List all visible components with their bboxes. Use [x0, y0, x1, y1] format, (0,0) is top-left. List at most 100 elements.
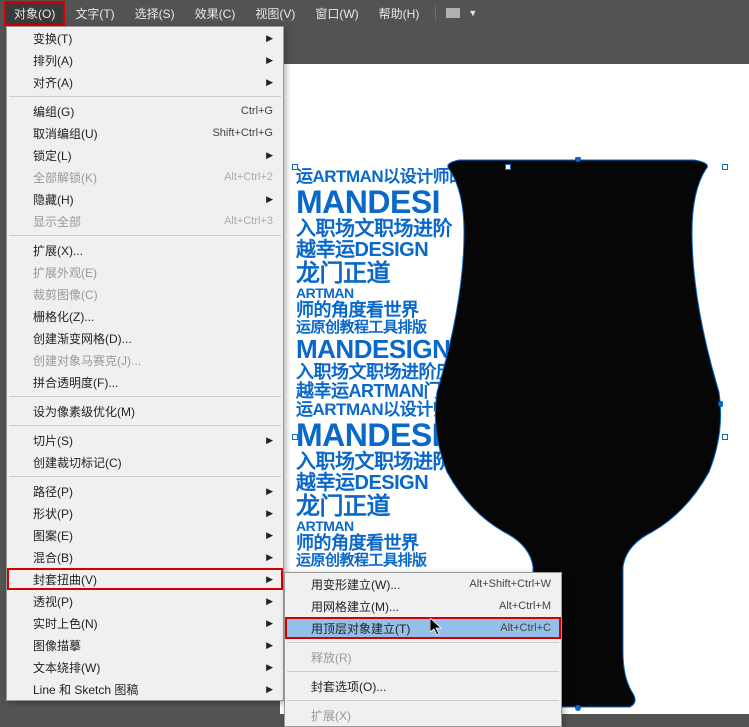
submenu-item: 释放(R)	[285, 646, 561, 668]
menu-separator	[9, 396, 281, 397]
menu-item-label: 用变形建立(W)...	[311, 576, 469, 593]
menu-shortcut: Shift+Ctrl+G	[212, 127, 273, 139]
menu-item-label: 锁定(L)	[33, 147, 258, 164]
submenu-item[interactable]: 用顶层对象建立(T)Alt+Ctrl+C	[285, 617, 561, 639]
menu-item-label: 对齐(A)	[33, 74, 258, 91]
menu-window[interactable]: 窗口(W)	[305, 1, 368, 26]
menu-view[interactable]: 视图(V)	[245, 1, 305, 26]
menu-item-label: 全部解锁(K)	[33, 169, 224, 186]
menu-item[interactable]: Line 和 Sketch 图稿 ▶	[7, 678, 283, 700]
menubar-separator	[435, 5, 436, 21]
submenu-item[interactable]: 用网格建立(M)...Alt+Ctrl+M	[285, 595, 561, 617]
menu-item[interactable]: 实时上色(N)▶	[7, 612, 283, 634]
submenu-arrow-icon: ▶	[266, 194, 273, 205]
menu-item-label: 扩展(X)	[311, 707, 551, 724]
menu-item-label: 取消编组(U)	[33, 125, 212, 142]
menu-item: 创建对象马赛克(J)...	[7, 349, 283, 371]
menu-item: 裁剪图像(C)	[7, 283, 283, 305]
menu-item[interactable]: 扩展(X)...	[7, 239, 283, 261]
selection-handle[interactable]	[722, 434, 728, 440]
menu-item-label: 实时上色(N)	[33, 615, 258, 632]
object-menu: 变换(T)▶排列(A)▶对齐(A)▶编组(G)Ctrl+G取消编组(U)Shif…	[6, 26, 284, 701]
menu-item-label: 用网格建立(M)...	[311, 598, 499, 615]
menu-item-label: 路径(P)	[33, 483, 258, 500]
menu-item-label: 释放(R)	[311, 649, 551, 666]
menu-item[interactable]: 文本绕排(W)▶	[7, 656, 283, 678]
submenu-arrow-icon: ▶	[266, 150, 273, 161]
menu-item-label: 文本绕排(W)	[33, 659, 258, 676]
menu-item[interactable]: 创建渐变网格(D)...	[7, 327, 283, 349]
menu-item-label: 创建对象马赛克(J)...	[33, 352, 273, 369]
dropdown-icon[interactable]: ▼	[468, 8, 477, 18]
menu-separator	[9, 235, 281, 236]
menu-shortcut: Alt+Ctrl+3	[224, 215, 273, 227]
menu-item[interactable]: 变换(T) ▶	[7, 27, 283, 49]
menu-item-label: 切片(S)	[33, 432, 258, 449]
menubar: 对象(O) 文字(T) 选择(S) 效果(C) 视图(V) 窗口(W) 帮助(H…	[0, 0, 749, 26]
menu-item-label: 隐藏(H)	[33, 191, 258, 208]
menu-item-label: Line 和 Sketch 图稿	[33, 681, 258, 698]
menu-item[interactable]: 设为像素级优化(M)	[7, 400, 283, 422]
menu-item-label: 设为像素级优化(M)	[33, 403, 273, 420]
submenu-arrow-icon: ▶	[266, 55, 273, 66]
submenu-arrow-icon: ▶	[266, 33, 273, 44]
panel-icon[interactable]	[446, 8, 460, 18]
menu-select[interactable]: 选择(S)	[125, 1, 185, 26]
menu-item[interactable]: 拼合透明度(F)...	[7, 371, 283, 393]
menu-item[interactable]: 隐藏(H) ▶	[7, 188, 283, 210]
menu-item: 显示全部Alt+Ctrl+3	[7, 210, 283, 232]
menu-item[interactable]: 创建裁切标记(C)	[7, 451, 283, 473]
menu-item-label: 透视(P)	[33, 593, 258, 610]
menu-item[interactable]: 排列(A) ▶	[7, 49, 283, 71]
menu-item[interactable]: 透视(P)▶	[7, 590, 283, 612]
menu-separator	[287, 671, 559, 672]
menu-item-label: 封套扭曲(V)	[33, 571, 258, 588]
menu-item[interactable]: 形状(P)▶	[7, 502, 283, 524]
menu-item[interactable]: 封套扭曲(V)▶	[7, 568, 283, 590]
menu-item-label: 图像描摹	[33, 637, 258, 654]
menu-item-label: 显示全部	[33, 213, 224, 230]
menu-shortcut: Alt+Ctrl+M	[499, 600, 551, 612]
submenu-item[interactable]: 封套选项(O)...	[285, 675, 561, 697]
menu-help[interactable]: 帮助(H)	[369, 1, 430, 26]
menu-item[interactable]: 锁定(L) ▶	[7, 144, 283, 166]
selection-handle[interactable]	[722, 164, 728, 170]
menu-item-label: 扩展外观(E)	[33, 264, 273, 281]
submenu-arrow-icon: ▶	[266, 640, 273, 651]
menu-item[interactable]: 对齐(A) ▶	[7, 71, 283, 93]
menu-item[interactable]: 图像描摹 ▶	[7, 634, 283, 656]
menu-separator	[287, 700, 559, 701]
selection-handle[interactable]	[292, 164, 298, 170]
menu-type[interactable]: 文字(T)	[65, 1, 124, 26]
menu-effect[interactable]: 效果(C)	[185, 1, 246, 26]
menu-shortcut: Ctrl+G	[241, 105, 273, 117]
menu-shortcut: Alt+Shift+Ctrl+W	[469, 578, 551, 590]
menu-item-label: 封套选项(O)...	[311, 678, 551, 695]
menu-item-label: 变换(T)	[33, 30, 258, 47]
menu-item[interactable]: 路径(P) ▶	[7, 480, 283, 502]
menu-object[interactable]: 对象(O)	[4, 1, 65, 26]
menu-item-label: 形状(P)	[33, 505, 258, 522]
menu-item-label: 创建裁切标记(C)	[33, 454, 273, 471]
menu-item[interactable]: 取消编组(U)Shift+Ctrl+G	[7, 122, 283, 144]
menu-item[interactable]: 混合(B)▶	[7, 546, 283, 568]
menu-shortcut: Alt+Ctrl+2	[224, 171, 273, 183]
menu-item-label: 扩展(X)...	[33, 242, 273, 259]
selection-handle[interactable]	[292, 434, 298, 440]
submenu-arrow-icon: ▶	[266, 684, 273, 695]
menu-separator	[9, 96, 281, 97]
menu-item[interactable]: 栅格化(Z)...	[7, 305, 283, 327]
menu-item[interactable]: 图案(E)▶	[7, 524, 283, 546]
menu-item-label: 创建渐变网格(D)...	[33, 330, 273, 347]
selection-handle[interactable]	[505, 164, 511, 170]
menu-item-label: 栅格化(Z)...	[33, 308, 273, 325]
menu-separator	[9, 476, 281, 477]
menu-item[interactable]: 切片(S)▶	[7, 429, 283, 451]
menu-item-label: 混合(B)	[33, 549, 258, 566]
menu-separator	[287, 642, 559, 643]
submenu-arrow-icon: ▶	[266, 486, 273, 497]
submenu-arrow-icon: ▶	[266, 77, 273, 88]
menu-item[interactable]: 编组(G)Ctrl+G	[7, 100, 283, 122]
menu-item-label: 排列(A)	[33, 52, 258, 69]
submenu-item[interactable]: 用变形建立(W)...Alt+Shift+Ctrl+W	[285, 573, 561, 595]
